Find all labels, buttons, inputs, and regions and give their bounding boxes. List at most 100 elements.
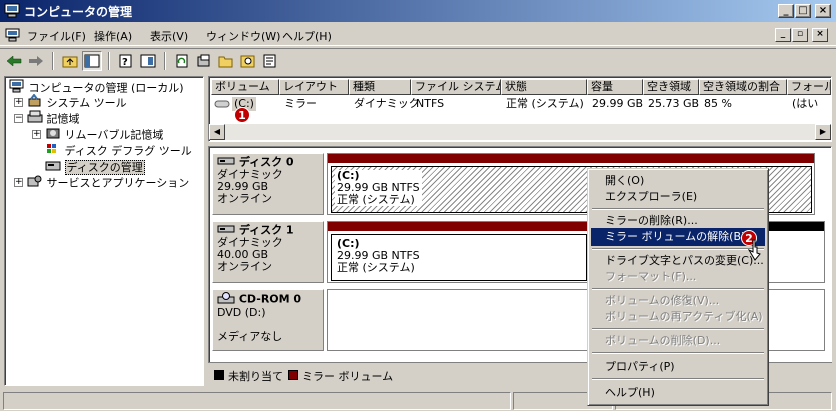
show-hide-tree-icon[interactable] <box>82 51 102 71</box>
column-header-status[interactable]: 状態 <box>501 79 587 95</box>
disk-status: オンライン <box>217 260 272 273</box>
svg-text:?: ? <box>122 57 128 68</box>
tree-item-defrag[interactable]: ディスク デフラグ ツール <box>45 142 192 158</box>
column-header-filesystem[interactable]: ファイル システム <box>411 79 501 95</box>
menu-view[interactable]: 表示(V) <box>150 28 188 44</box>
menu-separator <box>592 352 764 354</box>
refresh-icon[interactable] <box>172 51 192 71</box>
storage-icon <box>27 110 43 129</box>
export-icon[interactable] <box>260 51 280 71</box>
column-header-fault-tolerance[interactable]: フォール <box>787 79 831 95</box>
disk-status: メディアなし <box>217 330 283 343</box>
column-header-type[interactable]: 種類 <box>349 79 411 95</box>
menu-item-reactivate-volume[interactable]: ボリュームの再アクティブ化(A) <box>591 308 765 326</box>
menu-separator <box>592 288 764 290</box>
layout-cell: ミラー <box>284 97 317 110</box>
type-cell: ダイナミック <box>354 97 420 110</box>
volume-c-disk1[interactable]: (C:) 29.99 GB NTFS 正常 (システム) <box>331 234 587 281</box>
title-bar[interactable]: コンピュータの管理 _ □ × <box>0 0 836 22</box>
tree-label: サービスとアプリケーション <box>46 176 190 190</box>
services-icon <box>27 174 43 193</box>
legend-label-mirror: ミラー ボリューム <box>302 370 394 383</box>
legend-swatch-mirror <box>288 370 298 380</box>
child-close-button[interactable]: × <box>812 28 828 42</box>
settings-icon[interactable] <box>194 51 214 71</box>
tree-item-disk-management[interactable]: ディスクの管理 <box>45 158 145 175</box>
context-menu[interactable]: 開く(O) エクスプローラ(E) ミラーの削除(R)... ミラー ボリュームの… <box>587 168 769 406</box>
menu-item-explorer[interactable]: エクスプローラ(E) <box>591 188 765 206</box>
disk-name: ディスク 1 <box>238 223 294 237</box>
mouse-pointer-icon <box>747 239 762 264</box>
child-restore-button[interactable]: ▫ <box>792 28 808 42</box>
column-header-free-space[interactable]: 空き領域 <box>643 79 699 95</box>
tree-item-services[interactable]: サービスとアプリケーション <box>27 174 189 190</box>
filesystem-cell: NTFS <box>416 97 445 110</box>
properties-icon[interactable]: ? <box>116 51 136 71</box>
maximize-button[interactable]: □ <box>795 4 811 18</box>
menu-separator <box>592 328 764 330</box>
help-icon[interactable] <box>138 51 158 71</box>
window-title: コンピュータの管理 <box>24 5 133 19</box>
disk-0-label[interactable]: ディスク 0 ダイナミック 29.99 GB オンライン <box>212 153 324 215</box>
menu-item-format[interactable]: フォーマット(F)... <box>591 268 765 286</box>
tree-label: システム ツール <box>46 96 127 110</box>
menu-item-properties[interactable]: プロパティ(P) <box>591 358 765 376</box>
table-row[interactable]: (C:) ミラー ダイナミック NTFS 正常 (システム) 29.99 GB … <box>212 97 828 111</box>
menu-separator <box>592 378 764 380</box>
tree-item-removable-storage[interactable]: リムーバブル記憶域 <box>45 126 163 142</box>
menu-item-delete-volume[interactable]: ボリュームの削除(D)... <box>591 332 765 350</box>
scroll-left-button[interactable]: ◀ <box>209 124 225 140</box>
expand-removable[interactable]: + <box>32 130 41 139</box>
collapse-storage[interactable]: − <box>14 114 23 123</box>
horizontal-scrollbar[interactable]: ◀ ▶ <box>209 124 831 140</box>
minimize-button[interactable]: _ <box>778 4 794 18</box>
annotation-badge: 1 <box>234 107 250 123</box>
column-header-volume[interactable]: ボリューム <box>211 79 279 95</box>
tree-label: リムーバブル記憶域 <box>64 128 164 142</box>
folder-open-icon[interactable] <box>216 51 236 71</box>
column-header-free-percent[interactable]: 空き領域の割合 <box>699 79 787 95</box>
free-space-cell: 25.73 GB <box>648 97 700 110</box>
disk-name: CD-ROM 0 <box>238 292 302 306</box>
up-folder-icon[interactable] <box>60 51 80 71</box>
tree-label: コンピュータの管理 (ローカル) <box>28 81 184 95</box>
cdrom-icon <box>217 292 235 307</box>
menu-file[interactable]: ファイル(F) <box>27 28 86 44</box>
volume-info: (C:) 29.99 GB NTFS 正常 (システム) <box>335 170 422 206</box>
toolbar: ? <box>0 48 836 72</box>
expand-services[interactable]: + <box>14 178 23 187</box>
status-cell: 正常 (システム) <box>506 97 584 110</box>
column-header-layout[interactable]: レイアウト <box>279 79 349 95</box>
volume-drive-icon <box>214 99 230 112</box>
forward-arrow-icon[interactable] <box>26 51 46 71</box>
disk-name: ディスク 0 <box>238 155 294 169</box>
back-arrow-icon[interactable] <box>4 51 24 71</box>
search-icon[interactable] <box>238 51 258 71</box>
tree-item-storage[interactable]: 記憶域 <box>27 110 80 126</box>
menu-item-break-mirror[interactable]: ミラー ボリュームの解除(B)... <box>591 228 765 246</box>
disk-1-label[interactable]: ディスク 1 ダイナミック 40.00 GB オンライン <box>212 221 324 283</box>
menu-item-help[interactable]: ヘルプ(H) <box>591 384 765 402</box>
console-tree[interactable]: コンピュータの管理 (ローカル) + システム ツール − 記憶域 + リムーバ… <box>4 76 204 386</box>
tree-item-root[interactable]: コンピュータの管理 (ローカル) <box>9 79 184 95</box>
mmc-document-icon[interactable] <box>5 28 21 45</box>
computer-icon <box>9 79 25 98</box>
tree-item-system-tools[interactable]: システム ツール <box>27 93 127 110</box>
menu-bar: ファイル(F) 操作(A) 表示(V) ウィンドウ(W) ヘルプ(H) _ ▫ … <box>0 24 836 46</box>
menu-action[interactable]: 操作(A) <box>94 28 132 44</box>
tree-label: ディスクの管理 <box>64 159 145 175</box>
tree-label: 記憶域 <box>46 112 80 126</box>
column-header-capacity[interactable]: 容量 <box>587 79 643 95</box>
fault-tolerance-cell: (はい <box>792 97 819 110</box>
close-button[interactable]: × <box>815 4 831 18</box>
scroll-right-button[interactable]: ▶ <box>815 124 831 140</box>
legend-swatch-unallocated <box>214 370 224 380</box>
toolbar-separator <box>52 52 54 70</box>
expand-system-tools[interactable]: + <box>14 98 23 107</box>
capacity-cell: 29.99 GB <box>592 97 644 110</box>
menu-help[interactable]: ヘルプ(H) <box>282 28 332 44</box>
volume-status: 正常 (システム) <box>337 261 415 274</box>
menu-window[interactable]: ウィンドウ(W) <box>206 28 280 44</box>
cdrom-0-label[interactable]: CD-ROM 0 DVD (D:) メディアなし <box>212 289 324 351</box>
child-minimize-button[interactable]: _ <box>775 28 791 42</box>
